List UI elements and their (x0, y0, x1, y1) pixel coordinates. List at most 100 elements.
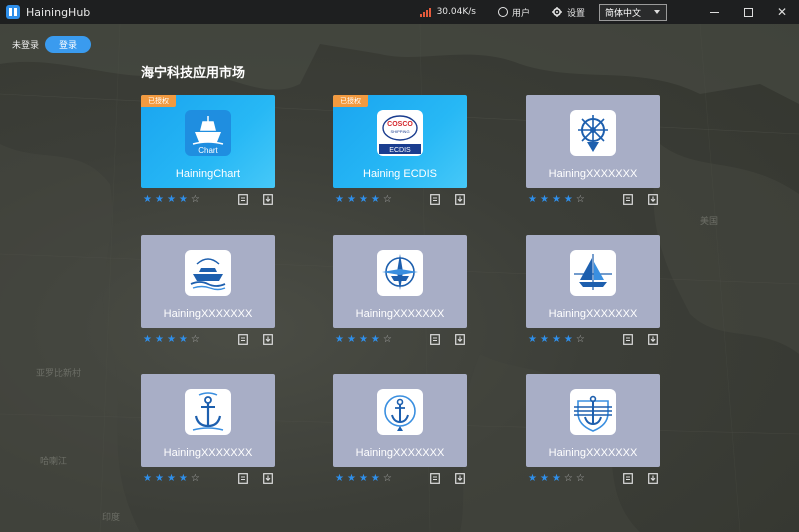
app-card[interactable]: HainingXXXXXXX ★ ★ ★ ★ ☆ (141, 374, 275, 491)
app-card[interactable]: 已授权 COSCO SHIPPING ECDIS Haining ECDIS ★… (333, 95, 467, 212)
icon-caption: COSCO (387, 121, 413, 128)
star-icon: ★ (358, 194, 368, 205)
gear-icon (551, 7, 562, 17)
app-name: HainingXXXXXXX (355, 308, 445, 320)
icon-caption: ECDIS (389, 147, 411, 154)
star-icon: ★ (539, 473, 549, 484)
compass-ship-icon (377, 250, 423, 296)
star-icon: ★ (143, 334, 152, 345)
star-icon: ★ (335, 194, 344, 205)
settings-button[interactable]: 设置 (551, 6, 585, 19)
app-card-tile[interactable]: HainingXXXXXXX (333, 374, 467, 467)
star-outline-icon: ☆ (190, 473, 200, 484)
star-outline-icon: ☆ (575, 334, 585, 345)
title-bar: HainingHub 30.04K/s 用户 设置 简体中文 ✕ (0, 0, 799, 24)
login-area: 未登录 登录 (12, 36, 92, 53)
icon-caption: SHIPPING (390, 129, 409, 134)
user-button[interactable]: 用户 (497, 6, 530, 19)
star-icon: ★ (166, 473, 176, 484)
app-card-tile[interactable]: HainingXXXXXXX (526, 95, 660, 188)
language-select[interactable]: 简体中文 (599, 3, 667, 21)
details-icon[interactable] (623, 334, 633, 345)
app-card[interactable]: HainingXXXXXXX ★ ★ ★ ☆ ☆ (526, 374, 660, 491)
app-card[interactable]: HainingXXXXXXX ★ ★ ★ ★ ☆ (333, 235, 467, 352)
details-icon[interactable] (430, 194, 440, 205)
star-icon: ★ (370, 334, 380, 345)
app-name: HainingHub (26, 5, 91, 19)
icon-caption: Chart (198, 146, 218, 155)
map-label: 印度 (102, 513, 121, 523)
settings-label: 设置 (566, 8, 585, 19)
star-icon: ★ (143, 194, 152, 205)
app-card-tile[interactable]: HainingXXXXXXX (333, 235, 467, 328)
star-icon: ★ (539, 334, 549, 345)
close-button[interactable]: ✕ (765, 0, 799, 24)
minimize-button[interactable] (697, 0, 731, 24)
star-icon: ★ (154, 194, 164, 205)
app-card[interactable]: HainingXXXXXXX ★ ★ ★ ★ ☆ (141, 235, 275, 352)
download-icon[interactable] (263, 473, 273, 484)
app-card-tile[interactable]: 已授权 Chart HainingChart (141, 95, 275, 188)
star-icon: ★ (551, 194, 561, 205)
app-logo-icon (6, 5, 20, 19)
card-footer: ★ ★ ★ ★ ☆ (141, 330, 275, 352)
map-label: 亚罗比新村 (36, 369, 82, 379)
user-icon (497, 7, 508, 17)
download-icon[interactable] (263, 194, 273, 205)
star-icon: ★ (528, 334, 537, 345)
download-icon[interactable] (648, 194, 658, 205)
download-icon[interactable] (455, 473, 465, 484)
map-label: 哈喇江 (40, 457, 68, 467)
app-card-tile[interactable]: 已授权 COSCO SHIPPING ECDIS Haining ECDIS (333, 95, 467, 188)
star-outline-icon: ☆ (190, 194, 200, 205)
star-outline-icon: ☆ (382, 194, 392, 205)
card-footer: ★ ★ ★ ★ ☆ (526, 330, 660, 352)
app-card-tile[interactable]: HainingXXXXXXX (526, 235, 660, 328)
app-name: HainingXXXXXXX (548, 447, 638, 459)
app-card[interactable]: 已授权 Chart HainingChart ★ ★ ★ ★ ☆ (141, 95, 275, 212)
app-card-tile[interactable]: HainingXXXXXXX (526, 374, 660, 467)
star-icon: ★ (528, 194, 537, 205)
close-icon: ✕ (776, 5, 788, 19)
cosco-ecdis-icon: COSCO SHIPPING ECDIS (377, 110, 423, 156)
details-icon[interactable] (238, 194, 248, 205)
app-card[interactable]: HainingXXXXXXX ★ ★ ★ ★ ☆ (333, 374, 467, 491)
details-icon[interactable] (623, 194, 633, 205)
app-card[interactable]: HainingXXXXXXX ★ ★ ★ ★ ☆ (526, 95, 660, 212)
star-icon: ★ (154, 473, 164, 484)
anchor-globe-icon (377, 389, 423, 435)
app-card-tile[interactable]: HainingXXXXXXX (141, 235, 275, 328)
maximize-icon (743, 7, 753, 17)
details-icon[interactable] (430, 334, 440, 345)
login-button[interactable]: 登录 (45, 36, 92, 53)
rating-stars: ★ ★ ★ ★ ☆ (143, 473, 203, 485)
download-icon[interactable] (648, 473, 658, 484)
authorized-badge: 已授权 (333, 95, 368, 107)
app-name: HainingXXXXXXX (548, 168, 638, 180)
details-icon[interactable] (238, 473, 248, 484)
app-card-tile[interactable]: HainingXXXXXXX (141, 374, 275, 467)
details-icon[interactable] (430, 473, 440, 484)
star-icon: ★ (335, 473, 344, 484)
maximize-button[interactable] (731, 0, 765, 24)
download-icon[interactable] (455, 194, 465, 205)
app-card[interactable]: HainingXXXXXXX ★ ★ ★ ★ ☆ (526, 235, 660, 352)
card-footer: ★ ★ ★ ★ ☆ (141, 469, 275, 491)
card-footer: ★ ★ ★ ★ ☆ (141, 190, 275, 212)
ship-chart-icon: Chart (185, 110, 231, 156)
star-icon: ★ (358, 473, 368, 484)
details-icon[interactable] (238, 334, 248, 345)
title-bar-controls: 30.04K/s 用户 设置 简体中文 ✕ (419, 0, 799, 24)
sailboat-compass-icon (570, 250, 616, 296)
details-icon[interactable] (623, 473, 633, 484)
download-icon[interactable] (455, 334, 465, 345)
star-outline-icon: ☆ (382, 473, 392, 484)
anchor-icon (185, 389, 231, 435)
star-icon: ★ (539, 194, 549, 205)
download-icon[interactable] (648, 334, 658, 345)
download-icon[interactable] (263, 334, 273, 345)
card-footer: ★ ★ ★ ★ ☆ (333, 330, 467, 352)
app-name: Haining ECDIS (363, 168, 437, 180)
star-icon: ★ (528, 473, 537, 484)
signal-bars-icon (419, 7, 432, 17)
